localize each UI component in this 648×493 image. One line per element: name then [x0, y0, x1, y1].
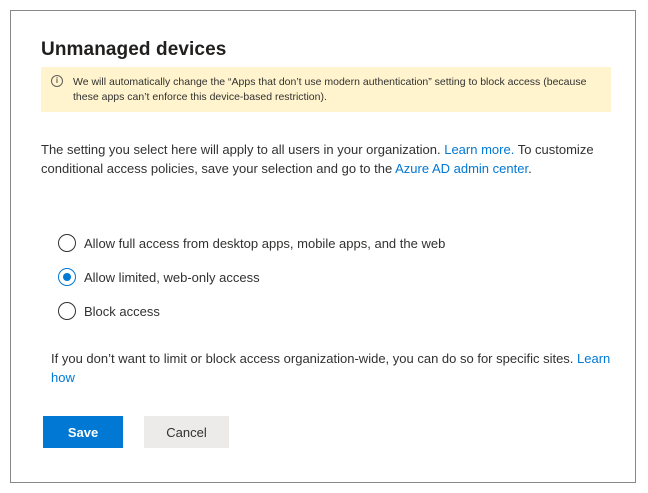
note-text: If you don’t want to limit or block acce… — [51, 351, 578, 366]
option-label-block-access: Block access — [84, 303, 160, 319]
option-allow-full-access[interactable]: Allow full access from desktop apps, mob… — [58, 233, 445, 253]
unmanaged-devices-panel: Unmanaged devices i We will automaticall… — [10, 10, 636, 483]
learn-more-link[interactable]: Learn more. — [444, 142, 514, 157]
site-level-note: If you don’t want to limit or block acce… — [51, 349, 611, 387]
option-label-allow-full-access: Allow full access from desktop apps, mob… — [84, 235, 446, 251]
option-allow-limited-access[interactable]: Allow limited, web-only access — [58, 267, 445, 287]
radio-button-block-access[interactable] — [58, 302, 76, 320]
radio-button-allow-limited-access[interactable] — [58, 268, 76, 286]
radio-button-allow-full-access[interactable] — [58, 234, 76, 252]
option-label-allow-limited-access: Allow limited, web-only access — [84, 269, 260, 285]
setting-description: The setting you select here will apply t… — [41, 140, 601, 178]
warning-message-bar: i We will automatically change the “Apps… — [41, 67, 611, 112]
option-block-access[interactable]: Block access — [58, 301, 445, 321]
save-button[interactable]: Save — [43, 416, 123, 448]
page-title: Unmanaged devices — [41, 39, 227, 60]
cancel-button[interactable]: Cancel — [144, 416, 229, 448]
description-text-3: . — [528, 161, 532, 176]
description-text-1: The setting you select here will apply t… — [41, 142, 445, 157]
azure-ad-admin-center-link[interactable]: Azure AD admin center — [395, 161, 528, 176]
warning-text: We will automatically change the “Apps t… — [73, 76, 587, 103]
info-icon: i — [51, 75, 63, 87]
access-options-radio-group: Allow full access from desktop apps, mob… — [58, 233, 445, 335]
